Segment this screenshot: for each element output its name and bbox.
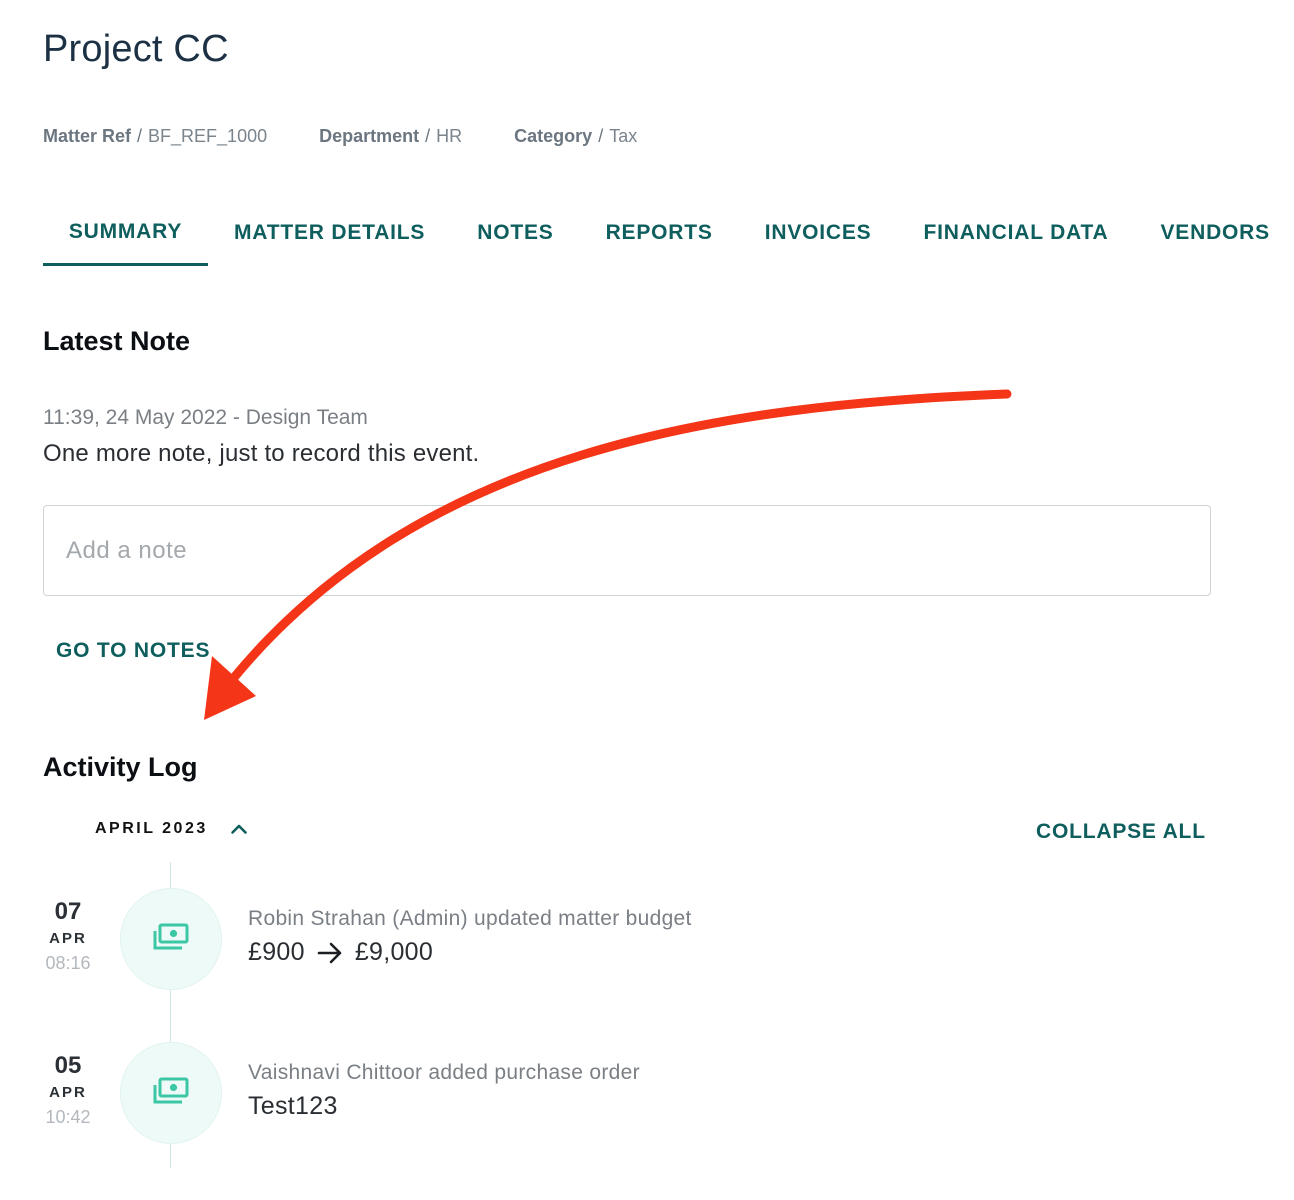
tab-vendors[interactable]: VENDORS [1161,200,1270,266]
activity-log-heading: Activity Log [43,752,198,782]
collapse-all-button[interactable]: COLLAPSE ALL [1036,820,1206,844]
go-to-notes-button[interactable]: GO TO NOTES [56,639,210,663]
meta-department: Department / HR [319,126,462,147]
tab-notes[interactable]: NOTES [477,200,553,266]
meta-separator: / [137,126,143,146]
annotation-arrow [204,389,1012,720]
meta-separator: / [425,126,431,146]
matter-meta: Matter Ref / BF_REF_1000 Department / HR… [43,126,637,147]
value-to: £9,000 [354,938,434,966]
page-title: Project CC [43,28,229,70]
entry-value: £900 £9,000 [248,938,433,967]
note-body: One more note, just to record this event… [43,440,480,467]
meta-matter-ref: Matter Ref / BF_REF_1000 [43,126,267,147]
note-meta: 11:39, 24 May 2022 - Design Team [43,406,368,429]
entry-month: APR [49,930,87,947]
entry-icon-circle [120,1042,222,1144]
tab-matter-details[interactable]: MATTER DETAILS [234,200,425,266]
meta-category: Category / Tax [514,126,637,147]
entry-day: 07 [54,898,82,925]
meta-value: BF_REF_1000 [148,126,268,146]
meta-label: Matter Ref [43,126,132,146]
chevron-up-icon[interactable] [230,820,248,838]
meta-label: Department [319,126,420,146]
latest-note-heading: Latest Note [43,326,191,356]
entry-title: Vaishnavi Chittoor added purchase order [248,1061,640,1084]
meta-value: Tax [609,126,638,146]
meta-label: Category [514,126,593,146]
entry-time: 10:42 [45,1107,91,1127]
meta-value: HR [436,126,463,146]
entry-time: 08:16 [45,953,91,973]
meta-separator: / [598,126,604,146]
arrow-right-icon [317,942,343,964]
month-group-toggle[interactable]: APRIL 2023 [95,820,248,838]
add-note-input[interactable] [43,505,1211,596]
entry-value: Test123 [248,1092,338,1120]
month-label: APRIL 2023 [95,820,208,837]
entry-date: 05 APR 10:42 [40,1054,96,1128]
tab-summary[interactable]: SUMMARY [43,200,208,266]
entry-day: 05 [54,1052,82,1079]
value-from: £900 [248,938,305,966]
entry-date: 07 APR 08:16 [40,900,96,974]
tab-invoices[interactable]: INVOICES [765,200,872,266]
entry-month: APR [49,1084,87,1101]
entry-icon-circle [120,888,222,990]
money-icon [153,1077,189,1110]
entry-title: Robin Strahan (Admin) updated matter bud… [248,907,692,930]
money-icon [153,923,189,956]
tab-bar: SUMMARY MATTER DETAILS NOTES REPORTS INV… [43,200,1270,268]
tab-financial-data[interactable]: FINANCIAL DATA [923,200,1108,266]
tab-reports[interactable]: REPORTS [606,200,713,266]
